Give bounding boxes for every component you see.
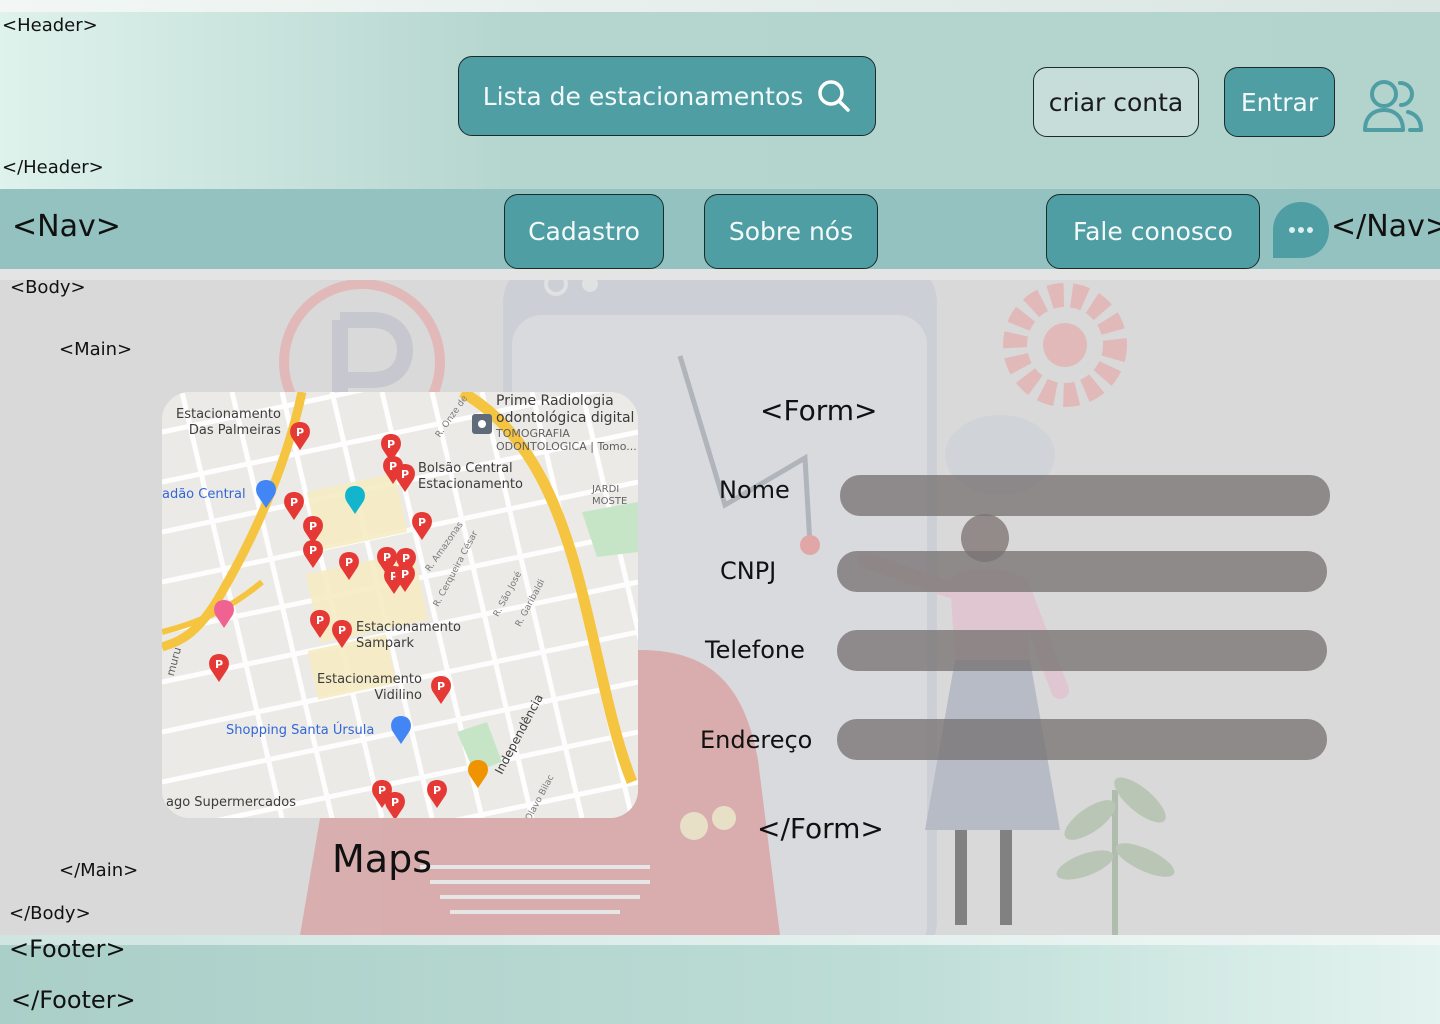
nav-body-separator — [0, 269, 1440, 280]
map-label-supermercados: ago Supermercados — [166, 795, 296, 810]
field-label-telefone: Telefone — [705, 636, 805, 664]
main-open-tag: <Main> — [59, 339, 133, 360]
users-icon[interactable] — [1360, 72, 1426, 138]
main-close-tag: </Main> — [59, 860, 139, 881]
parking-list-label: Lista de estacionamentos — [482, 81, 804, 111]
map-label-bolsao: Bolsão Central Estacionamento — [418, 461, 523, 492]
footer: <Footer> </Footer> — [0, 935, 1440, 1024]
nav-close-tag: </Nav> — [1331, 209, 1440, 244]
endereco-input[interactable] — [837, 719, 1327, 760]
search-icon — [817, 79, 851, 113]
svg-text:P: P — [391, 796, 399, 809]
telefone-input[interactable] — [837, 630, 1327, 671]
svg-text:P: P — [383, 551, 391, 564]
nav-bar: <Nav> </Nav> Cadastro Sobre nós Fale con… — [0, 189, 1440, 269]
svg-text:P: P — [316, 614, 324, 627]
svg-text:P: P — [215, 658, 223, 671]
top-strip — [0, 0, 1440, 12]
chat-icon[interactable] — [1272, 201, 1330, 259]
header-close-tag: </Header> — [2, 157, 104, 178]
svg-text:P: P — [296, 426, 304, 439]
map-label-palmeiras: Estacionamento Das Palmeiras — [176, 407, 281, 438]
footer-open-tag: <Footer> — [9, 935, 126, 963]
cnpj-input[interactable] — [837, 551, 1327, 592]
footer-strip — [0, 935, 1440, 945]
nav-item-cadastro[interactable]: Cadastro — [504, 194, 664, 269]
field-label-cnpj: CNPJ — [720, 557, 777, 585]
nav-item-sobre-nos[interactable]: Sobre nós — [704, 194, 878, 269]
map-embed[interactable]: P P P P P P P P P P P P P P P P P P P P … — [162, 392, 638, 818]
map-label-shopping: Shopping Santa Úrsula — [226, 723, 375, 738]
header: <Header> </Header> Lista de estacionamen… — [0, 12, 1440, 189]
map-label-vidilino: Estacionamento Vidilino — [317, 672, 422, 703]
svg-text:P: P — [418, 516, 426, 529]
svg-text:P: P — [378, 784, 386, 797]
body-open-tag: <Body> — [10, 280, 86, 298]
map-label-prime-sub: TOMOGRAFIA ODONTOLOGICA | Tomo... — [496, 427, 637, 453]
parking-list-search-button[interactable]: Lista de estacionamentos — [458, 56, 876, 136]
map-canvas[interactable]: P P P P P P P P P P P P P P P P P P P P — [162, 392, 638, 818]
map-label-jardim: JARDI MOSTE — [592, 484, 628, 507]
svg-text:P: P — [401, 568, 409, 581]
map-label-prime: Prime Radiologia odontológica digital — [496, 393, 635, 426]
map-label-adao: adão Central — [162, 487, 246, 502]
nav-open-tag: <Nav> — [12, 209, 121, 244]
login-button[interactable]: Entrar — [1224, 67, 1335, 137]
svg-text:P: P — [345, 556, 353, 569]
body-close-tag: </Body> — [9, 903, 91, 924]
svg-text:P: P — [402, 552, 410, 565]
nome-input[interactable] — [840, 475, 1330, 516]
create-account-button[interactable]: criar conta — [1033, 67, 1199, 137]
field-label-endereco: Endereço — [700, 726, 813, 754]
map-label-sampark: Estacionamento Sampark — [356, 620, 461, 651]
footer-close-tag: </Footer> — [11, 986, 136, 1014]
svg-text:P: P — [437, 680, 445, 693]
svg-text:P: P — [338, 624, 346, 637]
svg-text:P: P — [309, 520, 317, 533]
svg-text:P: P — [387, 438, 395, 451]
form-open-tag: <Form> — [760, 394, 878, 427]
svg-text:P: P — [309, 544, 317, 557]
form-close-tag: </Form> — [757, 812, 884, 845]
field-label-nome: Nome — [719, 476, 790, 504]
nav-item-fale-conosco[interactable]: Fale conosco — [1046, 194, 1260, 269]
svg-text:P: P — [401, 468, 409, 481]
header-open-tag: <Header> — [2, 15, 98, 36]
svg-text:P: P — [433, 784, 441, 797]
svg-text:P: P — [290, 496, 298, 509]
maps-caption: Maps — [332, 837, 432, 881]
